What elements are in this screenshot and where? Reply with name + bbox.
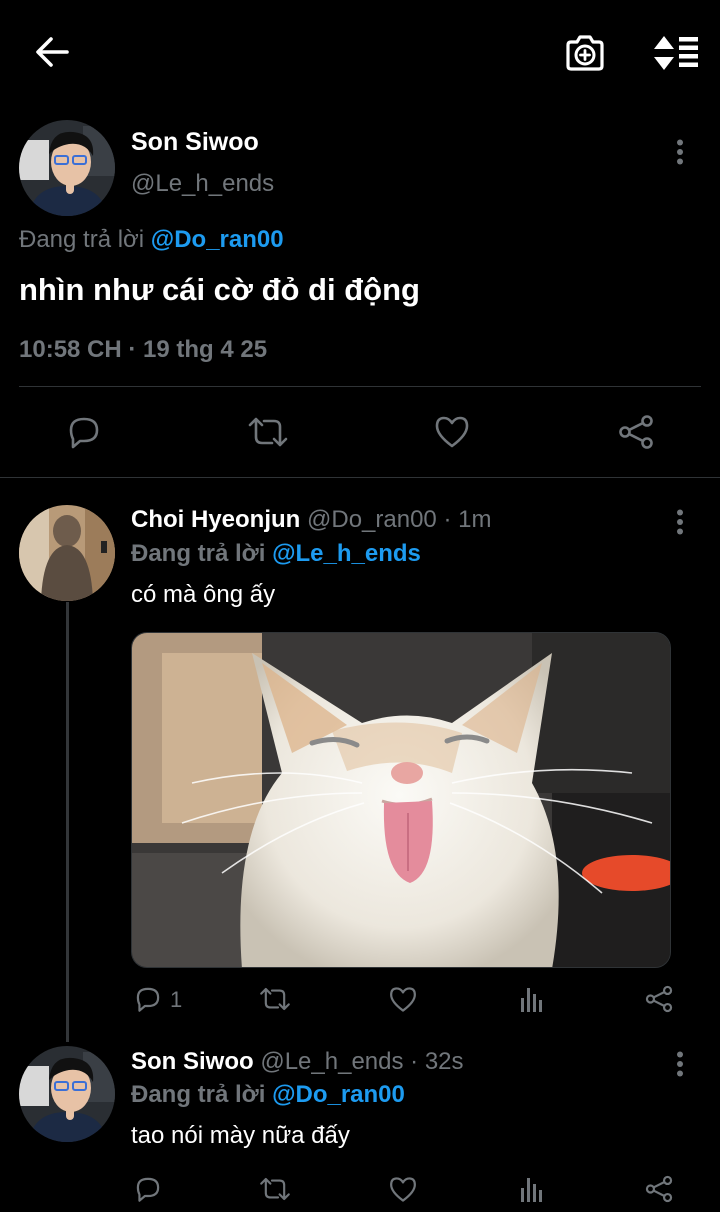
heart-icon <box>390 986 416 1012</box>
replying-to-line: Đang trả lời @Do_ran00 <box>19 226 284 254</box>
avatar[interactable] <box>19 120 115 216</box>
like-button[interactable] <box>428 410 476 454</box>
author-name[interactable]: Son Siwoo <box>131 1048 254 1075</box>
media-image[interactable] <box>131 632 671 968</box>
divider <box>19 386 701 387</box>
replying-to-line: Đang trả lời @Do_ran00 <box>131 1081 405 1109</box>
views-button[interactable] <box>516 1172 548 1206</box>
reply-button[interactable] <box>130 982 166 1016</box>
share-button[interactable] <box>642 982 676 1016</box>
reply-button[interactable] <box>130 1172 166 1206</box>
more-vertical-icon <box>677 509 683 535</box>
camera-plus-icon <box>566 35 604 71</box>
reply-icon <box>136 1177 160 1202</box>
heart-icon <box>435 416 469 448</box>
views-button[interactable] <box>516 982 548 1016</box>
more-options-button[interactable] <box>664 1048 696 1080</box>
tweet-timestamp[interactable]: 10:58 CH · 19 thg 4 25 <box>19 336 267 364</box>
more-vertical-icon <box>677 139 683 165</box>
replying-label: Đang trả lời <box>131 1081 266 1108</box>
thread-line <box>66 602 69 1042</box>
author-name[interactable]: Choi Hyeonjun <box>131 506 300 533</box>
reply-count: 1 <box>170 987 183 1012</box>
heart-icon <box>390 1176 416 1202</box>
avatar-image <box>19 1046 115 1142</box>
avatar-image <box>19 505 115 601</box>
share-button[interactable] <box>612 410 660 454</box>
reply-icon <box>69 417 99 449</box>
retweet-icon <box>260 987 290 1011</box>
like-button[interactable] <box>386 982 420 1016</box>
sort-list-icon <box>654 36 698 70</box>
replying-to-link[interactable]: @Le_h_ends <box>272 540 421 567</box>
author-name[interactable]: Son Siwoo <box>131 128 259 157</box>
replying-to-line: Đang trả lời @Le_h_ends <box>131 540 421 568</box>
section-divider <box>0 477 720 478</box>
retweet-button[interactable] <box>242 410 294 454</box>
share-icon <box>619 415 653 449</box>
arrow-left-icon <box>36 37 69 67</box>
author-handle[interactable]: @Le_h_ends <box>260 1048 403 1075</box>
reply-time[interactable]: · 32s <box>410 1048 463 1075</box>
like-button[interactable] <box>386 1172 420 1206</box>
reply-button[interactable] <box>60 410 108 454</box>
reply-header: Son Siwoo @Le_h_ends · 32s <box>131 1048 464 1076</box>
retweet-button[interactable] <box>256 982 294 1016</box>
replying-to-link[interactable]: @Do_ran00 <box>272 1081 405 1108</box>
retweet-icon <box>260 1177 290 1201</box>
camera-button[interactable] <box>560 30 610 76</box>
more-vertical-icon <box>677 1051 683 1077</box>
retweet-icon <box>248 417 288 447</box>
replying-label: Đang trả lời <box>19 226 145 253</box>
share-icon <box>645 985 673 1013</box>
replying-to-link[interactable]: @Do_ran00 <box>151 226 284 253</box>
author-handle[interactable]: @Le_h_ends <box>131 170 274 198</box>
share-icon <box>645 1175 673 1203</box>
avatar[interactable] <box>19 1046 115 1142</box>
avatar-image <box>19 120 115 216</box>
tweet-text: nhìn như cái cờ đỏ di động <box>19 272 420 307</box>
more-options-button[interactable] <box>664 134 696 170</box>
bar-chart-icon <box>521 1178 542 1202</box>
more-options-button[interactable] <box>664 506 696 538</box>
replying-label: Đang trả lời <box>131 540 266 567</box>
reply-time[interactable]: · 1m <box>443 506 491 533</box>
reply-header: Choi Hyeonjun @Do_ran00 · 1m <box>131 506 491 534</box>
reply-text: có mà ông ấy <box>131 581 276 608</box>
author-handle[interactable]: @Do_ran00 <box>307 506 437 533</box>
back-button[interactable] <box>26 30 78 74</box>
sort-button[interactable] <box>648 30 702 76</box>
share-button[interactable] <box>642 1172 676 1206</box>
reply-icon <box>136 987 160 1012</box>
bar-chart-icon <box>521 988 542 1012</box>
avatar[interactable] <box>19 505 115 601</box>
retweet-button[interactable] <box>256 1172 294 1206</box>
reply-text: tao nói mày nữa đấy <box>131 1122 350 1149</box>
cat-photo <box>132 633 670 967</box>
